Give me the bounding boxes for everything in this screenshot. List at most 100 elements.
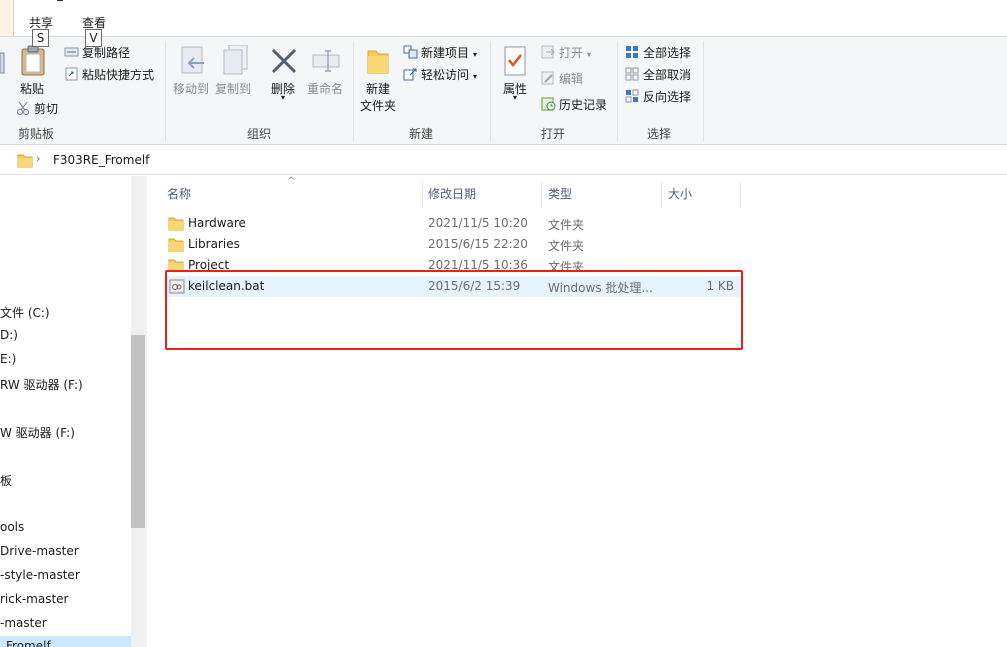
keytip-share: S — [32, 29, 49, 47]
copy-to-button[interactable] — [221, 44, 251, 80]
column-separator[interactable] — [661, 182, 662, 208]
new-folder-label-line2[interactable]: 文件夹 — [360, 97, 396, 114]
easy-access-label: 轻松访问 — [421, 68, 470, 82]
keytip-view: V — [85, 29, 102, 47]
properties-icon — [504, 46, 526, 76]
file-row-libraries[interactable]: Libraries 2015/6/15 22:20 文件夹 — [163, 234, 741, 255]
folder-icon — [168, 217, 184, 231]
rename-icon — [312, 50, 340, 72]
easy-access-button[interactable]: 轻松访问 ▾ — [403, 66, 477, 83]
nav-item-style-master[interactable]: -style-master — [0, 568, 80, 582]
breadcrumb-current-folder[interactable]: F303RE_Fromelf — [53, 153, 149, 167]
file-type: 文件夹 — [548, 218, 585, 232]
nav-item-master[interactable]: -master — [0, 616, 47, 630]
address-bar[interactable] — [0, 146, 1007, 175]
copy-to-icon — [223, 44, 248, 75]
column-separator[interactable] — [740, 182, 741, 208]
file-modified: 2015/6/15 22:20 — [428, 237, 528, 251]
paste-button[interactable] — [20, 45, 46, 80]
delete-dropdown-icon[interactable]: ▾ — [281, 93, 285, 102]
nav-item-rick-master[interactable]: rick-master — [0, 592, 68, 606]
new-item-icon — [403, 45, 418, 59]
navigation-pane: 文件 (C:) D:) E:) RW 驱动器 (F:) W 驱动器 (F:) 板… — [0, 176, 131, 647]
paste-shortcut-label: 粘贴快捷方式 — [82, 68, 155, 82]
easy-access-icon — [403, 68, 417, 81]
rename-label[interactable]: 重命名 — [307, 80, 343, 97]
file-name: Hardware — [188, 216, 246, 230]
nav-item-drive-e[interactable]: E:) — [0, 352, 16, 366]
invert-selection-label: 反向选择 — [643, 90, 692, 104]
delete-button[interactable] — [270, 47, 298, 78]
nav-item-drive-f[interactable]: RW 驱动器 (F:) — [0, 376, 83, 393]
breadcrumb-chevron-icon[interactable]: › — [36, 152, 40, 165]
file-tab-edge[interactable] — [0, 0, 14, 36]
invert-selection-button[interactable]: 反向选择 — [625, 88, 691, 105]
nav-item-board[interactable]: 板 — [0, 472, 12, 489]
nav-item-drive-c[interactable]: 文件 (C:) — [0, 304, 50, 321]
new-item-button[interactable]: 新建项目 ▾ — [403, 44, 477, 61]
select-none-button[interactable]: 全部取消 — [625, 66, 691, 83]
column-header-modified[interactable]: 修改日期 — [428, 186, 476, 208]
new-folder-button[interactable] — [366, 45, 390, 78]
nav-item-drive-master[interactable]: Drive-master — [0, 544, 79, 558]
file-row-hardware[interactable]: Hardware 2021/11/5 10:20 文件夹 — [163, 213, 741, 234]
column-header-type[interactable]: 类型 — [548, 186, 572, 208]
nav-item-fromelf-selected[interactable]: _Fromelf — [0, 636, 131, 647]
pin-button-partial[interactable] — [0, 51, 6, 80]
group-label-clipboard: 剪贴板 — [18, 127, 55, 141]
open-button[interactable]: 打开 ▾ — [541, 44, 591, 61]
highlight-annotation-box — [165, 270, 743, 350]
invert-selection-icon — [625, 89, 639, 103]
group-label-new: 新建 — [409, 127, 434, 141]
history-button[interactable]: 历史记录 — [541, 96, 607, 113]
group-separator — [353, 41, 354, 141]
nav-scrollbar-thumb[interactable] — [131, 335, 145, 528]
group-separator — [617, 41, 618, 141]
open-dropdown-icon: ▾ — [587, 50, 592, 59]
nav-item-drive-d[interactable]: D:) — [0, 328, 18, 342]
copy-path-label: 复制路径 — [82, 46, 131, 60]
file-row-project[interactable]: Project 2021/11/5 10:36 文件夹 — [163, 255, 741, 270]
clipboard-icon — [21, 45, 45, 76]
column-header-name[interactable]: 名称 — [167, 186, 191, 208]
file-name: Libraries — [188, 237, 240, 251]
delete-x-icon — [271, 48, 297, 74]
tab-divider — [57, 0, 63, 1]
address-folder-icon — [17, 152, 33, 171]
select-all-button[interactable]: 全部选择 — [625, 44, 691, 61]
edit-button[interactable]: 编辑 — [541, 70, 583, 87]
group-separator — [165, 41, 166, 141]
move-to-button[interactable] — [178, 45, 208, 80]
nav-item-drive-f-2[interactable]: W 驱动器 (F:) — [0, 424, 75, 441]
copy-to-label[interactable]: 复制到 — [215, 80, 251, 97]
paste-shortcut-button[interactable]: 粘贴快捷方式 — [64, 66, 154, 83]
cut-button[interactable]: 剪切 — [16, 100, 58, 117]
history-icon — [541, 97, 556, 111]
file-name: Project — [188, 258, 230, 270]
column-header-size[interactable]: 大小 — [668, 186, 692, 208]
group-separator — [703, 41, 704, 141]
nav-item-tools[interactable]: ools — [0, 520, 24, 534]
file-type: 文件夹 — [548, 239, 585, 253]
folder-icon — [168, 238, 184, 252]
properties-button[interactable] — [503, 45, 527, 80]
ribbon: 粘贴 复制路径 粘贴快捷方式 剪切 剪贴板 移动到 复制到 删除 ▾ 重命名 组… — [0, 37, 1007, 145]
group-label-open: 打开 — [541, 127, 566, 141]
open-icon — [541, 45, 555, 59]
rename-button[interactable] — [311, 47, 341, 78]
column-separator[interactable] — [422, 182, 423, 208]
move-to-icon — [181, 46, 204, 74]
select-all-label: 全部选择 — [643, 46, 692, 60]
column-separator[interactable] — [541, 182, 542, 208]
copy-path-icon — [64, 47, 79, 57]
group-label-organize: 组织 — [247, 127, 272, 141]
move-to-label[interactable]: 移动到 — [173, 80, 209, 97]
new-folder-label-line1[interactable]: 新建 — [366, 80, 390, 97]
paste-label[interactable]: 粘贴 — [20, 80, 44, 97]
select-all-icon — [626, 46, 638, 58]
file-modified: 2021/11/5 10:36 — [428, 258, 528, 270]
ribbon-tab-strip: 共享 查看 S V — [0, 0, 1007, 47]
properties-dropdown-icon[interactable]: ▾ — [513, 93, 517, 102]
select-none-label: 全部取消 — [643, 68, 692, 82]
open-label: 打开 — [559, 46, 584, 60]
